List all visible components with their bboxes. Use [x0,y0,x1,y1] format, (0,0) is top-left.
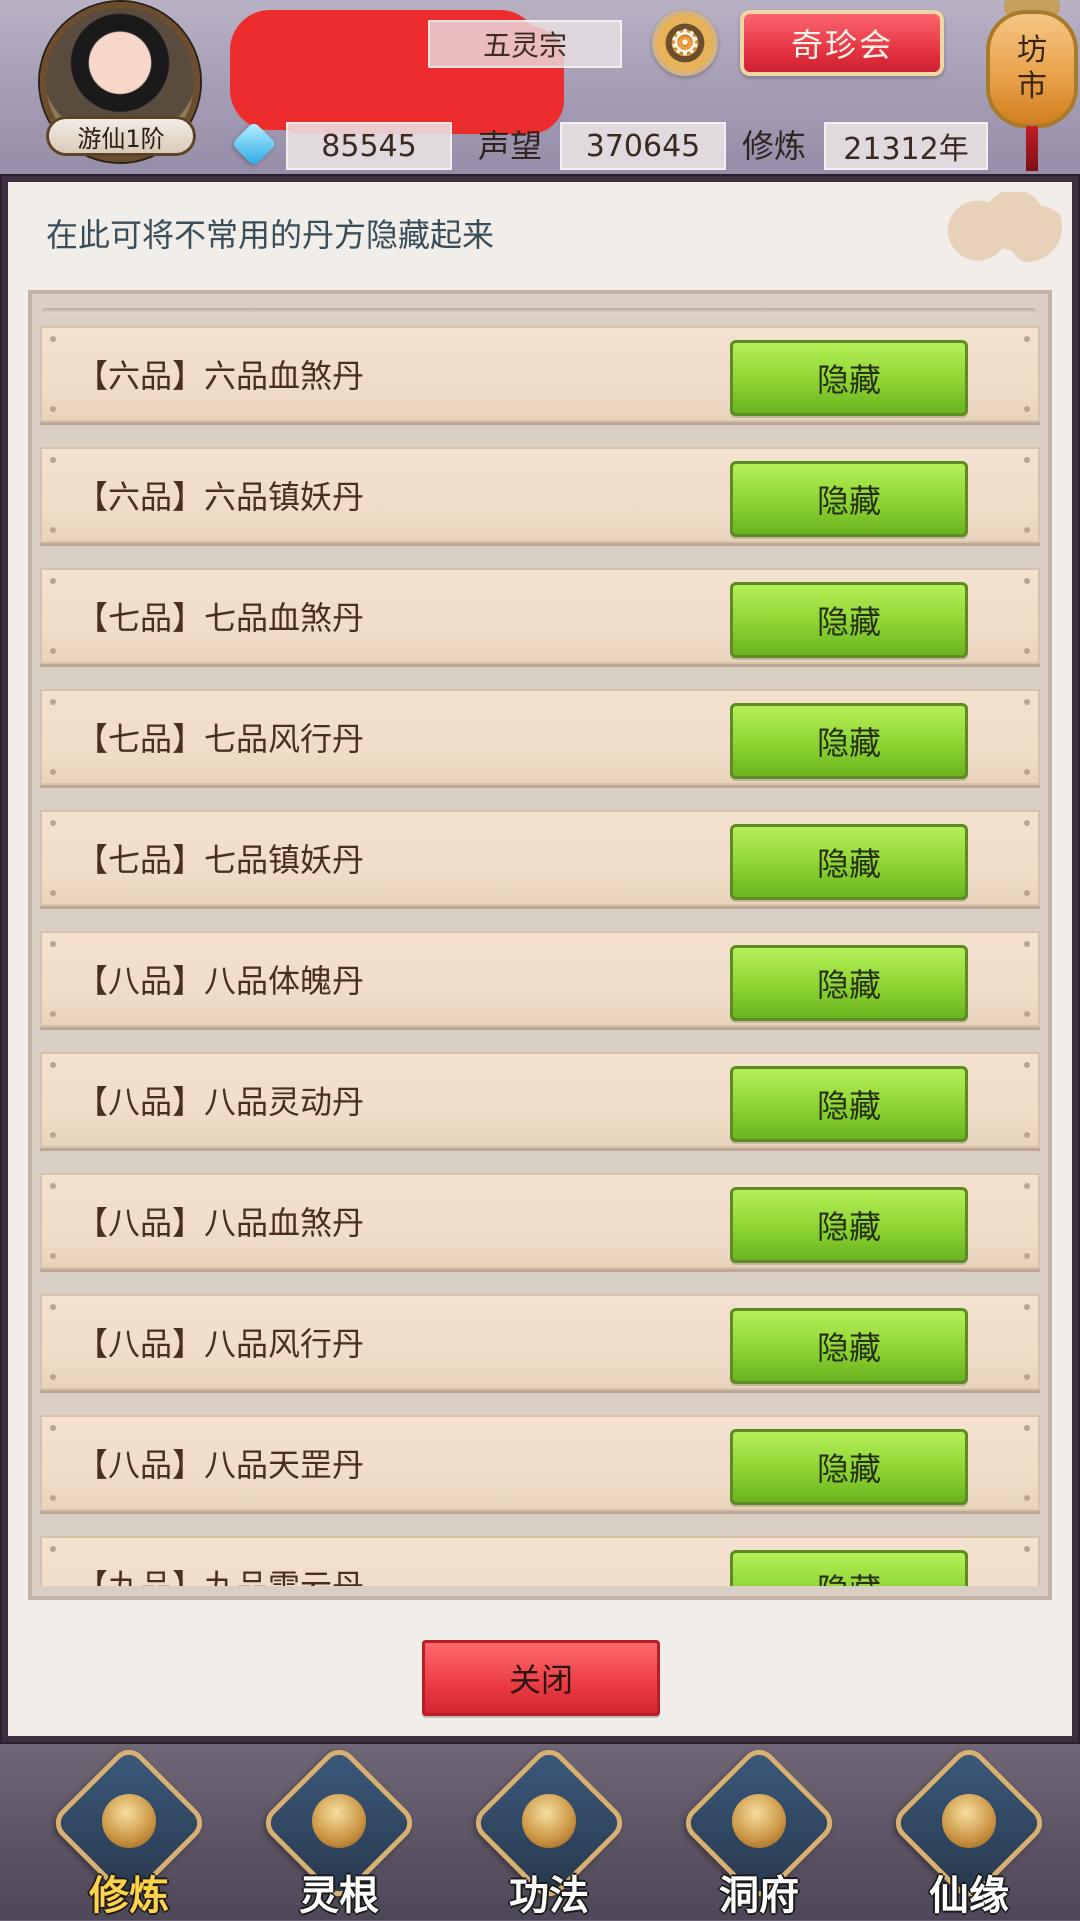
list-item: 【六品】六品镇妖丹 隐藏 [40,447,1040,543]
hide-button[interactable]: 隐藏 [730,1308,968,1384]
rivet-icon [1024,1011,1030,1017]
recipe-label: 【八品】八品风行丹 [76,1325,365,1363]
bottom-nav: 修炼 灵根 功法 洞府 仙缘 [0,1742,1080,1920]
list-item: 【六品】六品血煞丹 隐藏 [40,326,1040,422]
gem-count: 85545 [286,122,452,170]
market-char-1: 坊 [1017,33,1047,68]
list-item: 【八品】八品血煞丹 隐藏 [40,1173,1040,1269]
cultivation-glow-icon [102,1794,156,1848]
hide-button[interactable]: 隐藏 [730,1550,968,1586]
nav-item-spirit-root[interactable]: 灵根 [254,1742,424,1919]
top-bar: 游仙1阶 五灵宗 ⚙ 奇珍会 坊 市 85545 声望 370645 修炼 21… [0,0,1080,180]
hide-button[interactable]: 隐藏 [730,703,968,779]
recipe-label: 【八品】八品体魄丹 [76,962,365,1000]
hide-button[interactable]: 隐藏 [730,1429,968,1505]
hide-button[interactable]: 隐藏 [730,582,968,658]
rivet-icon [50,1011,56,1017]
modal-title: 在此可将不常用的丹方隐藏起来 [46,216,495,254]
rivet-icon [1024,890,1030,896]
cultivation-label: 修炼 [742,127,807,165]
gourd-glow-icon [942,1794,996,1848]
list-divider [42,308,1036,314]
rivet-icon [50,1374,56,1380]
list-item: 【八品】八品体魄丹 隐藏 [40,931,1040,1027]
recipe-label: 【七品】七品血煞丹 [76,599,365,637]
list-item: 【八品】八品天罡丹 隐藏 [40,1415,1040,1511]
hide-button[interactable]: 隐藏 [730,945,968,1021]
book-glow-icon [522,1794,576,1848]
rivet-icon [50,769,56,775]
nav-item-cultivation[interactable]: 修炼 [44,1742,214,1919]
recipe-list[interactable]: 【六品】六品血煞丹 隐藏 【六品】六品镇妖丹 隐藏 【七品】七品血煞丹 隐藏 【… [40,326,1040,1586]
market-char-2: 市 [1017,69,1047,104]
list-item: 【八品】八品灵动丹 隐藏 [40,1052,1040,1148]
rivet-icon [1024,769,1030,775]
recipe-label: 【七品】七品风行丹 [76,720,365,758]
lantern-icon: 坊 市 [986,10,1078,128]
rivet-icon [1024,1253,1030,1259]
nav-label: 修炼 [89,1873,169,1919]
market-button[interactable]: 坊 市 [986,0,1078,175]
settings-button[interactable]: ⚙ [652,10,718,76]
rivet-icon [50,406,56,412]
cultivation-value: 21312年 [824,122,988,170]
recipe-label: 【八品】八品血煞丹 [76,1204,365,1242]
gear-icon: ⚙ [668,22,702,64]
rivet-icon [1024,1132,1030,1138]
recipe-label: 【九品】九品雷云丹 [76,1567,365,1586]
rivet-icon [1024,1495,1030,1501]
cloud-ornament-icon [942,192,1062,262]
list-item: 【九品】九品雷云丹 隐藏 [40,1536,1040,1586]
rivet-icon [50,1132,56,1138]
list-item: 【七品】七品风行丹 隐藏 [40,689,1040,785]
hide-button[interactable]: 隐藏 [730,1066,968,1142]
hide-recipes-modal: 在此可将不常用的丹方隐藏起来 【六品】六品血煞丹 隐藏 【六品】六品镇妖丹 隐藏… [8,182,1072,1736]
rivet-icon [1024,406,1030,412]
nav-label: 洞府 [719,1873,799,1919]
hide-button[interactable]: 隐藏 [730,461,968,537]
lantern-tassel [1026,126,1038,171]
list-item: 【七品】七品镇妖丹 隐藏 [40,810,1040,906]
rivet-icon [1024,1374,1030,1380]
nav-label: 功法 [509,1873,589,1919]
recipe-label: 【六品】六品血煞丹 [76,357,365,395]
recipe-label: 【八品】八品天罡丹 [76,1446,365,1484]
recipe-list-frame: 【六品】六品血煞丹 隐藏 【六品】六品镇妖丹 隐藏 【七品】七品血煞丹 隐藏 【… [28,290,1052,1600]
close-button[interactable]: 关闭 [422,1640,660,1716]
list-item: 【七品】七品血煞丹 隐藏 [40,568,1040,664]
nav-item-cave[interactable]: 洞府 [674,1742,844,1919]
nav-item-techniques[interactable]: 功法 [464,1742,634,1919]
rivet-icon [50,1253,56,1259]
recipe-label: 【八品】八品灵动丹 [76,1083,365,1121]
rivet-icon [50,527,56,533]
recipe-label: 【七品】七品镇妖丹 [76,841,365,879]
avatar-rank-badge: 游仙1阶 [46,116,196,156]
rivet-icon [50,890,56,896]
sect-name: 五灵宗 [428,20,622,68]
hide-button[interactable]: 隐藏 [730,1187,968,1263]
rivet-icon [1024,648,1030,654]
nav-label: 灵根 [299,1873,379,1919]
reputation-value: 370645 [560,122,726,170]
treasure-button[interactable]: 奇珍会 [740,10,944,76]
nav-item-fortune[interactable]: 仙缘 [884,1742,1054,1919]
recipe-label: 【六品】六品镇妖丹 [76,478,365,516]
nav-label: 仙缘 [929,1873,1009,1919]
rivet-icon [50,1495,56,1501]
rivet-icon [1024,527,1030,533]
hide-button[interactable]: 隐藏 [730,824,968,900]
rivet-icon [50,648,56,654]
hide-button[interactable]: 隐藏 [730,340,968,416]
yin-yang-icon [312,1794,366,1848]
list-item: 【八品】八品风行丹 隐藏 [40,1294,1040,1390]
reputation-label: 声望 [478,127,543,165]
pagoda-glow-icon [732,1794,786,1848]
